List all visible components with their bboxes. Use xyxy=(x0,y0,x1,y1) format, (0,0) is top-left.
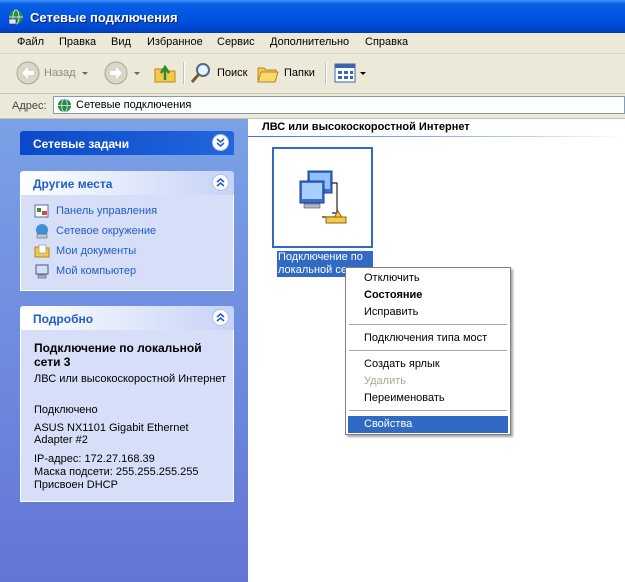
back-dropdown-icon[interactable] xyxy=(81,71,88,75)
menu-item-rename[interactable]: Переименовать xyxy=(348,390,508,407)
menu-item-bridge-connections[interactable]: Подключения типа мост xyxy=(348,330,508,347)
search-icon xyxy=(190,63,210,83)
folders-label: Папки xyxy=(284,67,315,79)
details-connection-type: ЛВС или высокоскоростной Интернет xyxy=(34,373,227,385)
control-panel-icon xyxy=(34,204,49,218)
up-folder-button[interactable] xyxy=(153,60,177,86)
menu-tools[interactable]: Сервис xyxy=(217,36,255,48)
collapse-chevron-icon[interactable] xyxy=(212,309,229,326)
network-connections-icon xyxy=(8,9,23,25)
other-places-header[interactable]: Другие места xyxy=(20,171,234,195)
other-places-title: Другие места xyxy=(33,177,113,191)
address-input[interactable]: Сетевые подключения xyxy=(53,96,625,114)
back-arrow-icon xyxy=(16,61,40,85)
forward-arrow-icon xyxy=(104,61,128,85)
address-label: Адрес: xyxy=(12,100,47,112)
menu-separator xyxy=(349,410,507,411)
menu-view[interactable]: Вид xyxy=(111,36,131,48)
details-connection-name: Подключение по локальной сети 3 xyxy=(34,341,202,369)
search-button[interactable]: Поиск xyxy=(189,60,247,86)
link-label: Мой компьютер xyxy=(56,265,137,277)
menu-item-delete: Удалить xyxy=(364,375,406,387)
other-places-body: Панель управления Сетевое окружение Мои … xyxy=(20,195,234,291)
network-tasks-header[interactable]: Сетевые задачи xyxy=(20,131,234,155)
details-dhcp: Присвоен DHCP xyxy=(34,479,118,491)
link-network-places[interactable]: Сетевое окружение xyxy=(34,223,156,239)
details-header[interactable]: Подробно xyxy=(20,306,234,330)
folder-up-icon xyxy=(154,64,176,83)
link-control-panel[interactable]: Панель управления xyxy=(34,203,157,219)
search-label: Поиск xyxy=(217,67,248,79)
menu-bar: Файл Правка Вид Избранное Сервис Дополни… xyxy=(0,33,625,54)
group-divider xyxy=(248,136,625,137)
folders-icon xyxy=(257,67,279,83)
menu-item-disconnect[interactable]: Отключить xyxy=(348,270,508,287)
forward-button[interactable] xyxy=(104,60,140,86)
network-places-icon xyxy=(36,224,48,239)
menu-file[interactable]: Файл xyxy=(17,36,44,48)
context-menu: Отключить Состояние Исправить Подключени… xyxy=(345,267,511,435)
toolbar-separator xyxy=(325,62,327,84)
network-tasks-title: Сетевые задачи xyxy=(33,137,130,151)
views-grid-icon xyxy=(334,63,356,83)
menu-edit[interactable]: Правка xyxy=(59,36,96,48)
menu-item-status[interactable]: Состояние xyxy=(348,287,508,304)
forward-dropdown-icon[interactable] xyxy=(134,71,140,75)
link-my-documents[interactable]: Мои документы xyxy=(34,243,136,259)
views-dropdown-icon[interactable] xyxy=(360,71,366,75)
details-adapter: ASUS NX1101 Gigabit Ethernet Adapter #2 xyxy=(34,422,189,446)
menu-separator xyxy=(349,324,507,325)
other-places-panel: Другие места Панель управления Сетевое о… xyxy=(20,171,234,291)
details-title: Подробно xyxy=(33,312,94,326)
details-ip-address: IP-адрес: 172.27.168.39 xyxy=(34,453,155,465)
menu-advanced[interactable]: Дополнительно xyxy=(270,36,349,48)
details-panel: Подробно Подключение по локальной сети 3… xyxy=(20,306,234,502)
link-my-computer[interactable]: Мой компьютер xyxy=(34,263,136,279)
toolbar: Назад Поиск Папки xyxy=(0,54,625,94)
group-header: ЛВС или высокоскоростной Интернет xyxy=(262,121,470,133)
folders-button[interactable]: Папки xyxy=(256,60,315,86)
details-subnet-mask: Маска подсети: 255.255.255.255 xyxy=(34,466,199,478)
back-button[interactable]: Назад xyxy=(16,60,88,86)
menu-item-properties[interactable]: Свойства xyxy=(348,416,508,433)
my-computer-icon xyxy=(35,264,49,279)
views-button[interactable] xyxy=(333,60,366,86)
title-bar[interactable]: Сетевые подключения xyxy=(0,0,625,33)
connection-label-line: Подключение по xyxy=(278,251,363,263)
link-label: Сетевое окружение xyxy=(56,225,157,237)
address-value: Сетевые подключения xyxy=(76,99,192,111)
lan-connection-icon xyxy=(299,170,347,224)
network-tasks-panel: Сетевые задачи xyxy=(20,131,234,155)
menu-help[interactable]: Справка xyxy=(365,36,408,48)
expand-chevron-icon[interactable] xyxy=(212,134,229,151)
window-title: Сетевые подключения xyxy=(30,10,178,25)
address-bar: Адрес: Сетевые подключения xyxy=(0,94,625,119)
details-status: Подключено xyxy=(34,404,98,416)
link-label: Панель управления xyxy=(56,205,158,217)
my-documents-icon xyxy=(34,244,50,258)
collapse-chevron-icon[interactable] xyxy=(212,174,229,191)
network-connections-icon xyxy=(57,98,72,113)
toolbar-separator xyxy=(183,62,185,84)
menu-item-create-shortcut[interactable]: Создать ярлык xyxy=(348,356,508,373)
local-connection-item[interactable] xyxy=(272,147,373,248)
link-label: Мои документы xyxy=(56,245,137,257)
menu-favorites[interactable]: Избранное xyxy=(147,36,203,48)
menu-item-repair[interactable]: Исправить xyxy=(348,304,508,321)
back-label: Назад xyxy=(44,67,76,79)
task-pane: Сетевые задачи Другие места Панель управ… xyxy=(0,119,248,582)
menu-separator xyxy=(349,350,507,351)
details-body: Подключение по локальной сети 3 ЛВС или … xyxy=(20,330,234,502)
